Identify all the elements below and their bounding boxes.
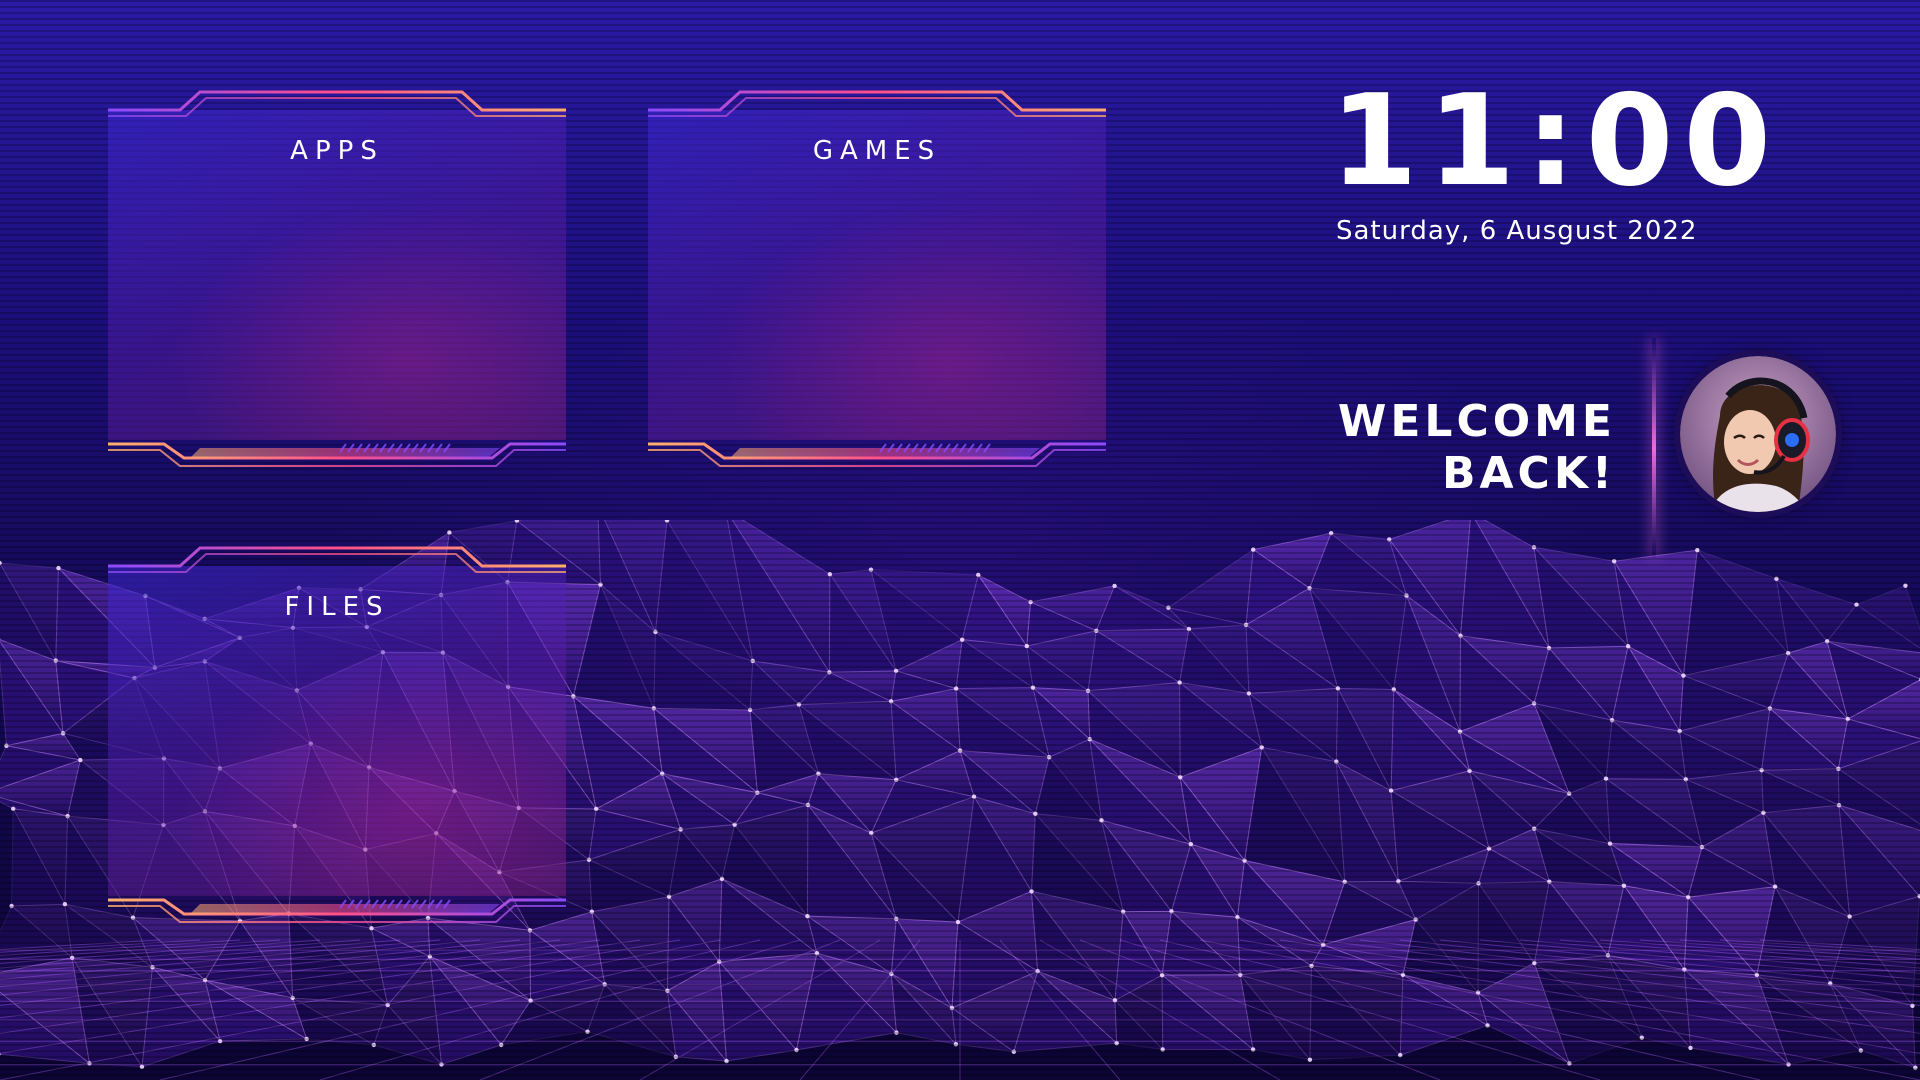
welcome-line-2: BACK! [1441, 448, 1616, 499]
files-tile-label: FILES [284, 592, 390, 622]
user-avatar[interactable] [1680, 356, 1836, 512]
games-tile-label: GAMES [812, 136, 942, 166]
files-tile[interactable]: FILES [108, 544, 566, 938]
welcome-message: WELCOME BACK! [1160, 396, 1616, 500]
clock-date: Saturday, 6 Ausgust 2022 [1336, 216, 1698, 246]
apps-tile-label: APPS [290, 136, 384, 166]
games-tile[interactable]: GAMES [648, 88, 1106, 482]
apps-tile[interactable]: APPS [108, 88, 566, 482]
welcome-line-1: WELCOME [1337, 396, 1616, 447]
desktop-background: APPS GAMES FILES 11:00 Saturday, 6 Ausgu… [0, 0, 1920, 1080]
user-avatar-headset-icon [1680, 356, 1836, 512]
clock-time: 11:00 [1330, 67, 1782, 214]
welcome-divider [1652, 338, 1656, 558]
